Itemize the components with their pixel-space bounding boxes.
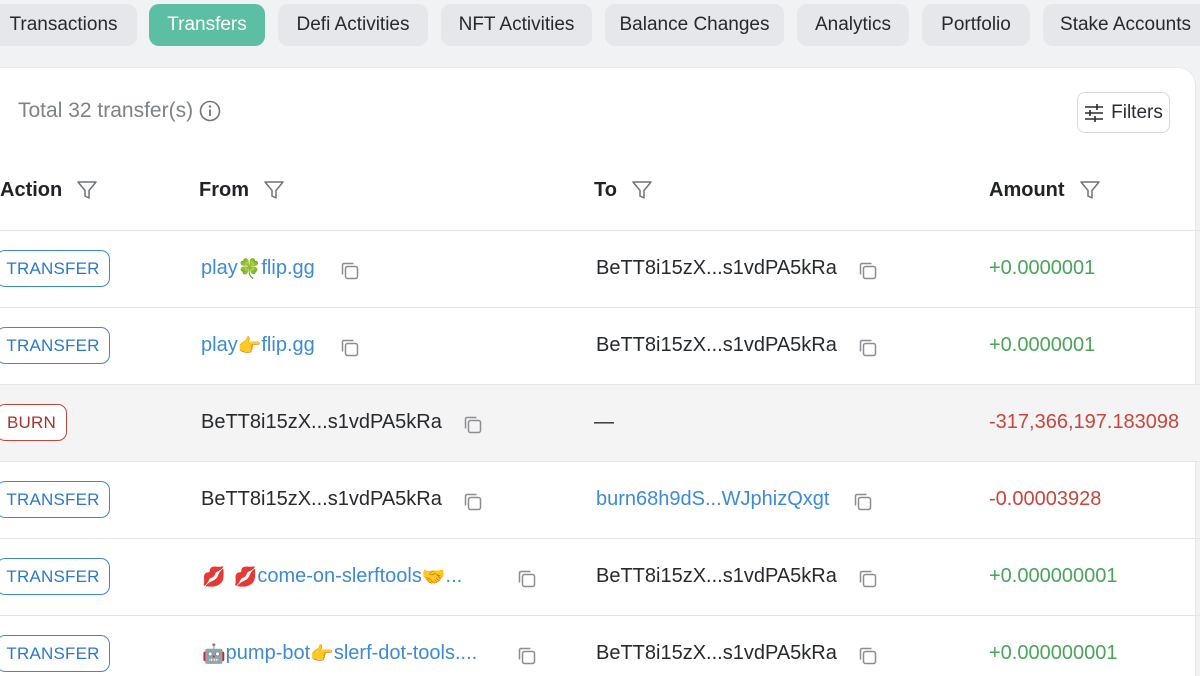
- action-badge: TRANSFER: [0, 558, 110, 595]
- copy-icon[interactable]: [338, 259, 362, 283]
- amount: +0.0000001: [989, 256, 1096, 279]
- filters-label: Filters: [1111, 101, 1163, 123]
- tab-transfers[interactable]: Transfers: [149, 4, 265, 46]
- tab-portfolio[interactable]: Portfolio: [922, 4, 1030, 46]
- copy-icon[interactable]: [461, 413, 485, 437]
- to-address[interactable]: BeTT8i15zX...s1vdPA5kRa: [596, 561, 837, 591]
- funnel-icon[interactable]: [263, 179, 285, 201]
- sliders-icon: [1084, 103, 1104, 123]
- from-address-emoji: 🍀: [237, 257, 262, 280]
- action-badge: TRANSFER: [0, 250, 110, 287]
- action-badge: TRANSFER: [0, 481, 110, 518]
- from-address-emoji: 👉: [237, 334, 262, 357]
- column-header-amount: Amount: [989, 176, 1101, 204]
- from-address-emoji: 👉: [310, 642, 334, 665]
- from-address[interactable]: 💋 💋 come-on-slerftools 🤝...: [202, 561, 462, 591]
- to-address[interactable]: BeTT8i15zX...s1vdPA5kRa: [596, 638, 837, 668]
- from-address-text: play: [201, 256, 238, 279]
- tab-transactions[interactable]: Transactions: [0, 4, 137, 46]
- from-address-text: slerf-dot-tools....: [333, 641, 478, 664]
- funnel-icon[interactable]: [1079, 179, 1101, 201]
- tab-nft-activities[interactable]: NFT Activities: [441, 4, 592, 46]
- action-badge: TRANSFER: [0, 327, 110, 364]
- total-transfers: Total 32 transfer(s): [18, 99, 221, 123]
- from-address[interactable]: play 🍀 flip.gg: [201, 253, 315, 283]
- amount: +0.0000001: [989, 333, 1096, 356]
- copy-icon[interactable]: [338, 336, 362, 360]
- table-row: TRANSFER 🤖 pump-bot 👉 slerf-dot-tools.... B…: [0, 615, 1200, 676]
- amount: -317,366,197.183098: [989, 410, 1180, 433]
- to-address[interactable]: BeTT8i15zX...s1vdPA5kRa: [596, 253, 837, 283]
- from-address-emoji: 🤝: [421, 565, 446, 588]
- amount: +0.000000001: [989, 564, 1118, 587]
- copy-icon[interactable]: [856, 567, 880, 591]
- total-transfers-text: Total 32 transfer(s): [18, 99, 194, 122]
- amount: -0.00003928: [989, 487, 1102, 510]
- from-address[interactable]: BeTT8i15zX...s1vdPA5kRa: [201, 484, 442, 514]
- to-address: —: [594, 410, 614, 433]
- column-header-from-label: From: [199, 178, 249, 201]
- from-address[interactable]: play 👉 flip.gg: [201, 330, 315, 360]
- column-header-action: Action: [0, 176, 98, 204]
- copy-icon[interactable]: [856, 644, 880, 668]
- table-row: BURN BeTT8i15zX...s1vdPA5kRa — -317,366,…: [0, 384, 1200, 461]
- column-header-amount-label: Amount: [989, 178, 1065, 201]
- copy-icon[interactable]: [515, 567, 539, 591]
- info-circle-icon[interactable]: [199, 100, 221, 122]
- amount: +0.000000001: [989, 641, 1118, 664]
- filters-button[interactable]: Filters: [1077, 92, 1170, 133]
- copy-icon[interactable]: [856, 259, 880, 283]
- tab-bar: Transactions Transfers Defi Activities N…: [0, 0, 1200, 58]
- from-address-text: come-on-slerftools: [257, 564, 422, 587]
- column-header-from: From: [199, 176, 285, 204]
- from-address-emoji: 🤖: [202, 642, 226, 665]
- to-address[interactable]: BeTT8i15zX...s1vdPA5kRa: [596, 330, 837, 360]
- from-address-text: flip.gg: [261, 333, 315, 356]
- column-header-to: To: [594, 176, 653, 204]
- copy-icon[interactable]: [851, 490, 875, 514]
- from-address-text: ...: [445, 564, 463, 587]
- tab-stake-accounts[interactable]: Stake Accounts: [1043, 4, 1200, 46]
- copy-icon[interactable]: [515, 644, 539, 668]
- action-badge: TRANSFER: [0, 635, 110, 672]
- table-row: TRANSFER play 👉 flip.gg BeTT8i15zX...s1vdP…: [0, 307, 1200, 384]
- column-header-to-label: To: [594, 178, 617, 201]
- from-address[interactable]: 🤖 pump-bot 👉 slerf-dot-tools....: [202, 638, 477, 668]
- from-address-text: flip.gg: [261, 256, 315, 279]
- copy-icon[interactable]: [856, 336, 880, 360]
- from-address-emoji: 💋: [202, 565, 226, 588]
- table-row: TRANSFER play 🍀 flip.gg BeTT8i15zX...s1vdP…: [0, 230, 1200, 307]
- action-badge: BURN: [0, 404, 67, 441]
- copy-icon[interactable]: [461, 490, 485, 514]
- funnel-icon[interactable]: [631, 179, 653, 201]
- tab-balance-changes[interactable]: Balance Changes: [605, 4, 784, 46]
- funnel-icon[interactable]: [76, 179, 98, 201]
- from-address-emoji: 💋: [233, 565, 258, 588]
- tab-defi-activities[interactable]: Defi Activities: [278, 4, 428, 46]
- column-header-action-label: Action: [0, 178, 63, 201]
- from-address-text: play: [201, 333, 238, 356]
- table-row: TRANSFER 💋 💋 come-on-slerftools 🤝... BeTT8i…: [0, 538, 1200, 615]
- tab-analytics[interactable]: Analytics: [797, 4, 909, 46]
- from-address[interactable]: BeTT8i15zX...s1vdPA5kRa: [201, 407, 442, 437]
- from-address-text: pump-bot: [225, 641, 311, 664]
- to-address[interactable]: burn68h9dS...WJphizQxgt: [596, 484, 829, 514]
- table-row: TRANSFER BeTT8i15zX...s1vdPA5kRa burn68h…: [0, 461, 1200, 538]
